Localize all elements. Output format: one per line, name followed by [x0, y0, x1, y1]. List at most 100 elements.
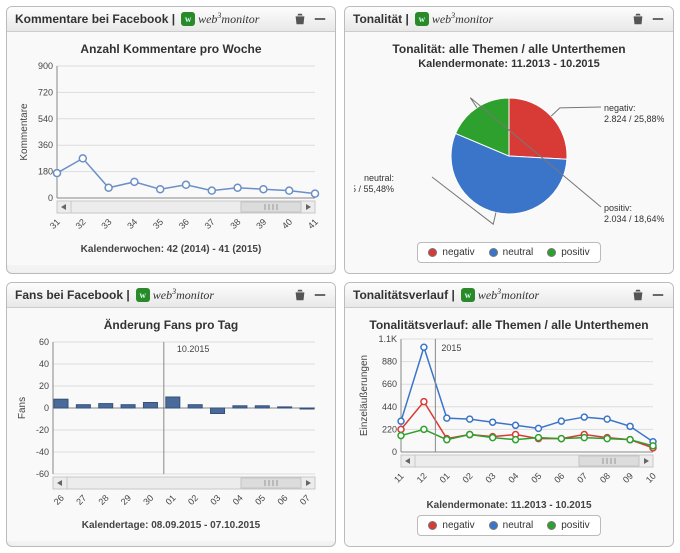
svg-text:220: 220 — [382, 424, 397, 434]
panel-titlebar: Kommentare bei Facebook | w web3monitor — [7, 7, 335, 32]
svg-text:03: 03 — [483, 471, 497, 485]
svg-text:26: 26 — [52, 493, 66, 507]
svg-text:02: 02 — [461, 471, 475, 485]
svg-text:34: 34 — [125, 217, 139, 231]
svg-text:32: 32 — [74, 217, 88, 231]
brand-logo: w web3monitor — [181, 11, 259, 27]
svg-text:30: 30 — [141, 493, 155, 507]
chart-title: Tonalität: alle Themen / alle Untertheme… — [353, 42, 665, 56]
svg-text:33: 33 — [99, 217, 113, 231]
trash-icon[interactable] — [631, 12, 645, 26]
brand-badge-icon: w — [181, 12, 195, 26]
svg-text:440: 440 — [382, 402, 397, 412]
svg-text:27: 27 — [74, 493, 88, 507]
legend-item-neutral[interactable]: neutral — [489, 520, 534, 531]
trash-icon[interactable] — [293, 12, 307, 26]
line-chart-kommentare: 01803605407209003132333435363738394041Ko… — [15, 58, 325, 238]
svg-text:31: 31 — [48, 217, 62, 231]
panel-titlebar: Tonalitätsverlauf | w web3monitor — [345, 283, 673, 308]
legend-item-negativ[interactable]: negativ — [428, 247, 474, 258]
legend-item-positiv[interactable]: positiv — [547, 520, 589, 531]
svg-text:negativ:: negativ: — [604, 103, 636, 113]
svg-text:01: 01 — [164, 493, 178, 507]
legend-item-positiv[interactable]: positiv — [547, 247, 589, 258]
panel-titlebar: Fans bei Facebook | w web3monitor — [7, 283, 335, 308]
svg-text:0: 0 — [48, 193, 53, 203]
brand-logo: w web3monitor — [136, 287, 214, 303]
svg-text:12: 12 — [415, 471, 429, 485]
svg-text:06: 06 — [552, 471, 566, 485]
svg-text:03: 03 — [208, 493, 222, 507]
svg-text:720: 720 — [38, 87, 53, 97]
pie-chart-tonalitaet: negativ:2.824 / 25,88%neutral:6.055 / 55… — [354, 76, 664, 236]
svg-text:29: 29 — [119, 493, 133, 507]
legend-item-negativ[interactable]: negativ — [428, 520, 474, 531]
panel-fans-facebook: Fans bei Facebook | w web3monitor Änderu… — [6, 282, 336, 547]
chart-title: Anzahl Kommentare pro Woche — [15, 42, 327, 56]
svg-text:35: 35 — [151, 217, 165, 231]
svg-text:40: 40 — [39, 359, 49, 369]
pie-legend: negativ neutral positiv — [417, 242, 600, 263]
svg-text:04: 04 — [231, 493, 245, 507]
svg-text:20: 20 — [39, 381, 49, 391]
svg-text:37: 37 — [203, 217, 217, 231]
svg-text:Kommentare: Kommentare — [19, 103, 30, 161]
svg-text:2015: 2015 — [441, 343, 461, 353]
svg-text:540: 540 — [38, 114, 53, 124]
svg-text:0: 0 — [392, 447, 397, 457]
x-axis-caption: Kalendermonate: 11.2013 - 10.2015 — [353, 500, 665, 511]
panel-tonalitaet: Tonalität | w web3monitor Tonalität: all… — [344, 6, 674, 274]
trash-icon[interactable] — [631, 288, 645, 302]
brand-logo: w web3monitor — [461, 287, 539, 303]
chart-title: Änderung Fans pro Tag — [15, 318, 327, 332]
svg-text:180: 180 — [38, 167, 53, 177]
brand-badge-icon: w — [415, 12, 429, 26]
svg-text:1.1K: 1.1K — [378, 334, 397, 344]
svg-text:-40: -40 — [36, 447, 49, 457]
svg-text:28: 28 — [97, 493, 111, 507]
svg-text:01: 01 — [438, 471, 452, 485]
panel-title: Kommentare bei Facebook | — [15, 12, 175, 26]
svg-text:10.2015: 10.2015 — [177, 344, 210, 354]
svg-text:07: 07 — [575, 471, 589, 485]
svg-text:05: 05 — [253, 493, 267, 507]
svg-text:-60: -60 — [36, 469, 49, 479]
svg-text:36: 36 — [177, 217, 191, 231]
svg-text:39: 39 — [254, 217, 268, 231]
brand-badge-icon: w — [461, 288, 475, 302]
panel-kommentare-facebook: Kommentare bei Facebook | w web3monitor … — [6, 6, 336, 274]
minimize-icon[interactable] — [313, 288, 327, 302]
brand-badge-icon: w — [136, 288, 150, 302]
svg-text:05: 05 — [529, 471, 543, 485]
chart-title: Tonalitätsverlauf: alle Themen / alle Un… — [353, 318, 665, 332]
svg-text:60: 60 — [39, 337, 49, 347]
minimize-icon[interactable] — [313, 12, 327, 26]
chart-subtitle: Kalendermonate: 11.2013 - 10.2015 — [353, 58, 665, 70]
multiline-chart-tonalitaetsverlauf: 02204406608801.1K11120102030405060708091… — [353, 334, 663, 494]
svg-text:positiv:: positiv: — [604, 203, 632, 213]
brand-logo: w web3monitor — [415, 11, 493, 27]
svg-text:08: 08 — [598, 471, 612, 485]
legend-item-neutral[interactable]: neutral — [489, 247, 534, 258]
svg-text:0: 0 — [44, 403, 49, 413]
svg-text:41: 41 — [306, 217, 320, 231]
svg-text:-20: -20 — [36, 425, 49, 435]
svg-text:38: 38 — [228, 217, 242, 231]
svg-text:Einzeläußerungen: Einzeläußerungen — [359, 355, 370, 436]
x-axis-caption: Kalendertage: 08.09.2015 - 07.10.2015 — [15, 520, 327, 531]
panel-title: Fans bei Facebook | — [15, 288, 130, 302]
panel-titlebar: Tonalität | w web3monitor — [345, 7, 673, 32]
panel-title: Tonalität | — [353, 12, 409, 26]
panel-tonalitaetsverlauf: Tonalitätsverlauf | w web3monitor Tonali… — [344, 282, 674, 547]
line-legend: negativ neutral positiv — [417, 515, 600, 536]
svg-text:880: 880 — [382, 357, 397, 367]
svg-text:09: 09 — [621, 471, 635, 485]
minimize-icon[interactable] — [651, 12, 665, 26]
svg-text:40: 40 — [280, 217, 294, 231]
svg-text:11: 11 — [392, 471, 406, 485]
trash-icon[interactable] — [293, 288, 307, 302]
svg-text:6.055 / 55,48%: 6.055 / 55,48% — [354, 184, 394, 194]
panel-title: Tonalitätsverlauf | — [353, 288, 455, 302]
x-axis-caption: Kalenderwochen: 42 (2014) - 41 (2015) — [15, 244, 327, 255]
minimize-icon[interactable] — [651, 288, 665, 302]
